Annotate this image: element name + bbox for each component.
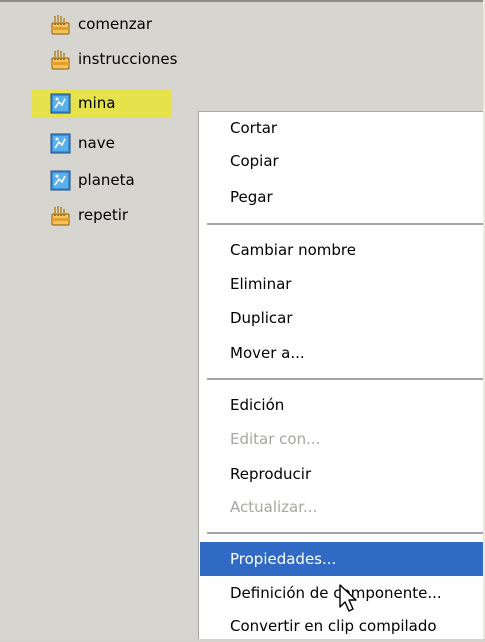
menu-item-cortar[interactable]: Cortar	[230, 112, 277, 144]
tree-item-planeta[interactable]: planeta	[50, 167, 135, 193]
tree-item-label: instrucciones	[78, 50, 178, 68]
menu-item-definicion-componente[interactable]: Definición de componente...	[230, 577, 442, 609]
menu-item-propiedades[interactable]: Propiedades...	[230, 543, 336, 575]
library-panel: comenzar instrucciones mina nave planeta…	[0, 0, 485, 639]
menu-item-reproducir[interactable]: Reproducir	[230, 458, 311, 490]
tree-item-label: repetir	[78, 206, 129, 224]
tree-item-nave[interactable]: nave	[50, 130, 115, 156]
hand-folder-icon	[50, 49, 71, 70]
tree-item-label: planeta	[78, 171, 135, 189]
menu-separator	[207, 532, 485, 534]
context-menu: Cortar Copiar Pegar Cambiar nombre Elimi…	[198, 111, 485, 639]
menu-separator	[207, 378, 485, 380]
menu-item-copiar[interactable]: Copiar	[230, 145, 279, 177]
menu-separator	[207, 223, 485, 225]
menu-item-pegar[interactable]: Pegar	[230, 181, 273, 213]
tree-item-comenzar[interactable]: comenzar	[50, 11, 152, 37]
tree-item-label: comenzar	[78, 15, 153, 33]
menu-item-convertir-clip-compilado[interactable]: Convertir en clip compilado	[230, 610, 437, 642]
panel-top-border	[0, 0, 485, 2]
tree-item-mina[interactable]: mina	[50, 90, 115, 116]
tree-item-repetir[interactable]: repetir	[50, 202, 128, 228]
movieclip-icon	[50, 170, 71, 191]
tree-item-label: mina	[78, 94, 116, 112]
menu-item-eliminar[interactable]: Eliminar	[230, 268, 291, 300]
hand-folder-icon	[50, 205, 71, 226]
tree-item-instrucciones[interactable]: instrucciones	[50, 46, 177, 72]
menu-item-duplicar[interactable]: Duplicar	[230, 302, 293, 334]
menu-item-edicion[interactable]: Edición	[230, 389, 284, 421]
menu-item-actualizar: Actualizar...	[230, 498, 318, 516]
hand-folder-icon	[50, 14, 71, 35]
tree-item-label: nave	[78, 134, 115, 152]
menu-item-editar-con: Editar con...	[230, 430, 321, 448]
movieclip-icon	[50, 133, 71, 154]
mouse-pointer-icon	[338, 583, 360, 617]
movieclip-icon	[50, 93, 71, 114]
menu-item-cambiar-nombre[interactable]: Cambiar nombre	[230, 234, 356, 266]
menu-item-mover-a[interactable]: Mover a...	[230, 337, 305, 369]
